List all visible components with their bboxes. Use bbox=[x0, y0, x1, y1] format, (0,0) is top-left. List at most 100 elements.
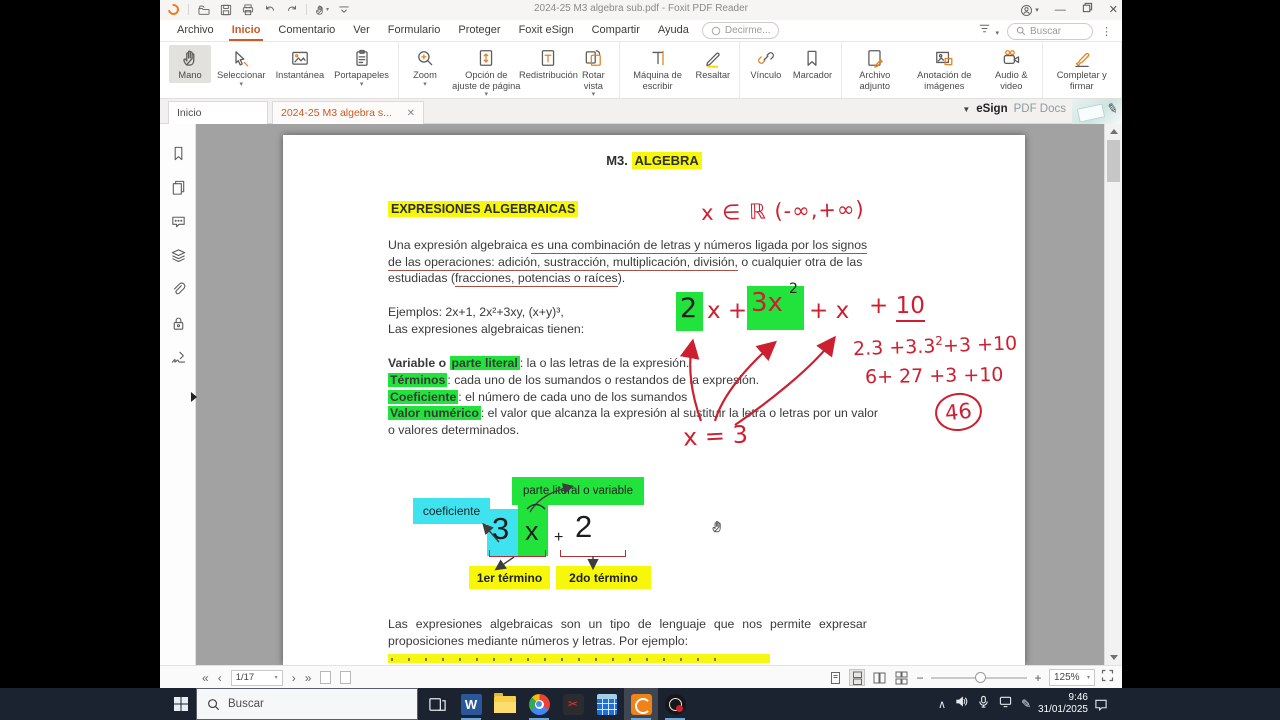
tell-me-box[interactable]: Decirme... bbox=[701, 22, 780, 39]
notification-center-icon[interactable] bbox=[1094, 688, 1108, 720]
zoom-in-button[interactable]: + bbox=[1033, 671, 1043, 685]
instant-nea-button[interactable]: Instantánea bbox=[272, 45, 329, 83]
menu-ayuda[interactable]: Ayuda bbox=[649, 20, 698, 42]
rotar-vista-button[interactable]: Rotar vista ▾ bbox=[572, 45, 614, 100]
attachments-panel-icon[interactable] bbox=[160, 272, 196, 306]
redo-icon[interactable] bbox=[284, 2, 299, 17]
taskbar-search-box[interactable]: Buscar bbox=[196, 688, 418, 720]
scroll-down-icon[interactable] bbox=[1110, 655, 1118, 660]
resaltar-button[interactable]: Resaltar bbox=[692, 45, 734, 83]
facing-continuous-layout-icon[interactable] bbox=[893, 669, 909, 686]
portapapeles-button[interactable]: Portapapeles ▾ bbox=[330, 45, 393, 90]
v-nculo-button[interactable]: Vínculo bbox=[745, 45, 787, 83]
continuous-layout-icon[interactable] bbox=[849, 669, 865, 686]
first-page-button[interactable]: « bbox=[202, 670, 209, 686]
scroll-up-icon[interactable] bbox=[1110, 129, 1118, 134]
esign-banner[interactable]: ▼ eSign PDF Docs bbox=[962, 103, 1066, 115]
dropdown-arrow-icon: ▾ bbox=[239, 80, 244, 88]
file-explorer-taskbar-icon[interactable] bbox=[488, 688, 522, 720]
archivo-adjunto-button[interactable]: Archivo adjunto bbox=[847, 45, 902, 93]
word-taskbar-icon[interactable]: W bbox=[454, 688, 488, 720]
zoom-slider[interactable] bbox=[931, 671, 1027, 683]
tab-document[interactable]: 2024-25 M3 algebra s... ✕ bbox=[272, 101, 424, 124]
menu-proteger[interactable]: Proteger bbox=[449, 20, 509, 42]
search-filter-icon[interactable]: ▾ bbox=[978, 22, 999, 40]
divider bbox=[306, 4, 307, 15]
menu-formulario[interactable]: Formulario bbox=[379, 20, 450, 42]
scrollbar-thumb[interactable] bbox=[1107, 140, 1120, 182]
hand-tool-icon[interactable]: ▾ bbox=[314, 2, 329, 17]
redistribuci-n-button[interactable]: Redistribución bbox=[519, 45, 578, 83]
marcador-button[interactable]: Marcador bbox=[789, 45, 836, 83]
foxit-taskbar-icon[interactable] bbox=[624, 688, 658, 720]
comments-panel-icon[interactable] bbox=[160, 204, 196, 238]
single-page-layout-icon[interactable] bbox=[827, 669, 843, 686]
microphone-icon[interactable] bbox=[977, 695, 990, 713]
fit-screen-icon[interactable] bbox=[1101, 669, 1114, 687]
menu-ver[interactable]: Ver bbox=[344, 20, 379, 42]
pdf-page[interactable]: M3. ALGEBRA EXPRESIONES ALGEBRAICAS x ∈ … bbox=[283, 135, 1025, 665]
menu-comentario[interactable]: Comentario bbox=[269, 20, 344, 42]
dropdown-arrow-icon: ▾ bbox=[359, 80, 364, 88]
hidden-icons-chevron[interactable]: ∧ bbox=[938, 698, 946, 711]
zoom-out-button[interactable]: − bbox=[915, 671, 925, 685]
account-icon[interactable]: ▾ bbox=[1020, 4, 1039, 17]
taskbar-clock[interactable]: 9:46 31/01/2025 bbox=[1014, 688, 1090, 720]
last-page-button[interactable]: » bbox=[305, 670, 312, 686]
close-tab-icon[interactable]: ✕ bbox=[407, 108, 415, 119]
print-icon[interactable] bbox=[240, 2, 255, 17]
audio-video-button[interactable]: Audio & video bbox=[986, 45, 1036, 93]
menu-archivo[interactable]: Archivo bbox=[168, 20, 223, 42]
chrome-taskbar-icon[interactable] bbox=[522, 688, 556, 720]
open-file-icon[interactable] bbox=[196, 2, 211, 17]
windows-taskbar: Buscar W ✂ ∧ ✎ 9:46 31/01/2025 bbox=[0, 688, 1280, 720]
seleccionar-button[interactable]: Seleccionar ▾ bbox=[213, 45, 270, 90]
hw-plus-ten: + 10 bbox=[869, 293, 925, 322]
start-button[interactable] bbox=[166, 688, 196, 720]
calculator-taskbar-icon[interactable] bbox=[590, 688, 624, 720]
prev-page-button[interactable]: ‹ bbox=[218, 670, 222, 686]
bookmarks-panel-icon[interactable] bbox=[160, 136, 196, 170]
clock-time: 9:46 bbox=[1068, 692, 1088, 703]
foxit-logo-icon[interactable] bbox=[165, 1, 182, 18]
next-view-icon[interactable] bbox=[340, 671, 352, 684]
zoom-button[interactable]: Zoom ▾ bbox=[404, 45, 446, 90]
anotaci-n-de-im-genes-button[interactable]: Anotación de imágenes bbox=[904, 45, 984, 93]
customize-toolbar-icon[interactable] bbox=[336, 2, 351, 17]
more-options-icon[interactable]: ⋮ bbox=[1101, 25, 1112, 38]
next-page-button[interactable]: › bbox=[292, 670, 296, 686]
mano-button[interactable]: Mano bbox=[169, 45, 211, 83]
tab-start[interactable]: Inicio bbox=[168, 101, 268, 124]
page-number-input[interactable]: 1/17 ▾ bbox=[230, 669, 283, 686]
menu-inicio[interactable]: Inicio bbox=[223, 20, 270, 42]
menu-foxit-esign[interactable]: Foxit eSign bbox=[510, 20, 583, 42]
pages-panel-icon[interactable] bbox=[160, 170, 196, 204]
restore-button[interactable] bbox=[1082, 0, 1093, 20]
menu-compartir[interactable]: Compartir bbox=[583, 20, 649, 42]
main-area: M3. ALGEBRA EXPRESIONES ALGEBRAICAS x ∈ … bbox=[160, 124, 1122, 665]
vertical-scrollbar[interactable] bbox=[1104, 124, 1122, 665]
undo-icon[interactable] bbox=[262, 2, 277, 17]
obs-taskbar-icon[interactable] bbox=[658, 688, 692, 720]
video-app-taskbar-icon[interactable]: ✂ bbox=[556, 688, 590, 720]
save-icon[interactable] bbox=[218, 2, 233, 17]
display-icon[interactable] bbox=[999, 695, 1012, 713]
document-tab-bar: Inicio 2024-25 M3 algebra s... ✕ ▼ eSign… bbox=[160, 99, 1122, 124]
opci-n-de-ajuste-de-p-gina-button[interactable]: Opción de ajuste de página ▾ bbox=[448, 45, 525, 100]
prev-view-icon[interactable] bbox=[320, 671, 332, 684]
diagram-second-term: 2 bbox=[575, 509, 593, 544]
search-box[interactable]: Buscar bbox=[1007, 22, 1093, 40]
task-view-taskbar-icon[interactable] bbox=[420, 688, 454, 720]
minimize-button[interactable]: — bbox=[1055, 0, 1066, 20]
close-button[interactable]: ✕ bbox=[1109, 0, 1118, 20]
m-quina-de-escribir-button[interactable]: Máquina de escribir bbox=[625, 45, 690, 93]
security-panel-icon[interactable] bbox=[160, 306, 196, 340]
esign-promo-image[interactable]: ✎ bbox=[1072, 99, 1122, 124]
speaker-icon[interactable] bbox=[955, 695, 968, 713]
zoom-level-input[interactable]: 125% ▾ bbox=[1049, 669, 1095, 686]
layers-panel-icon[interactable] bbox=[160, 238, 196, 272]
completar-y-firmar-button[interactable]: Completar y firmar bbox=[1048, 45, 1117, 93]
zoom-slider-thumb[interactable] bbox=[975, 671, 986, 683]
signatures-panel-icon[interactable] bbox=[160, 340, 196, 374]
facing-layout-icon[interactable] bbox=[871, 669, 887, 686]
